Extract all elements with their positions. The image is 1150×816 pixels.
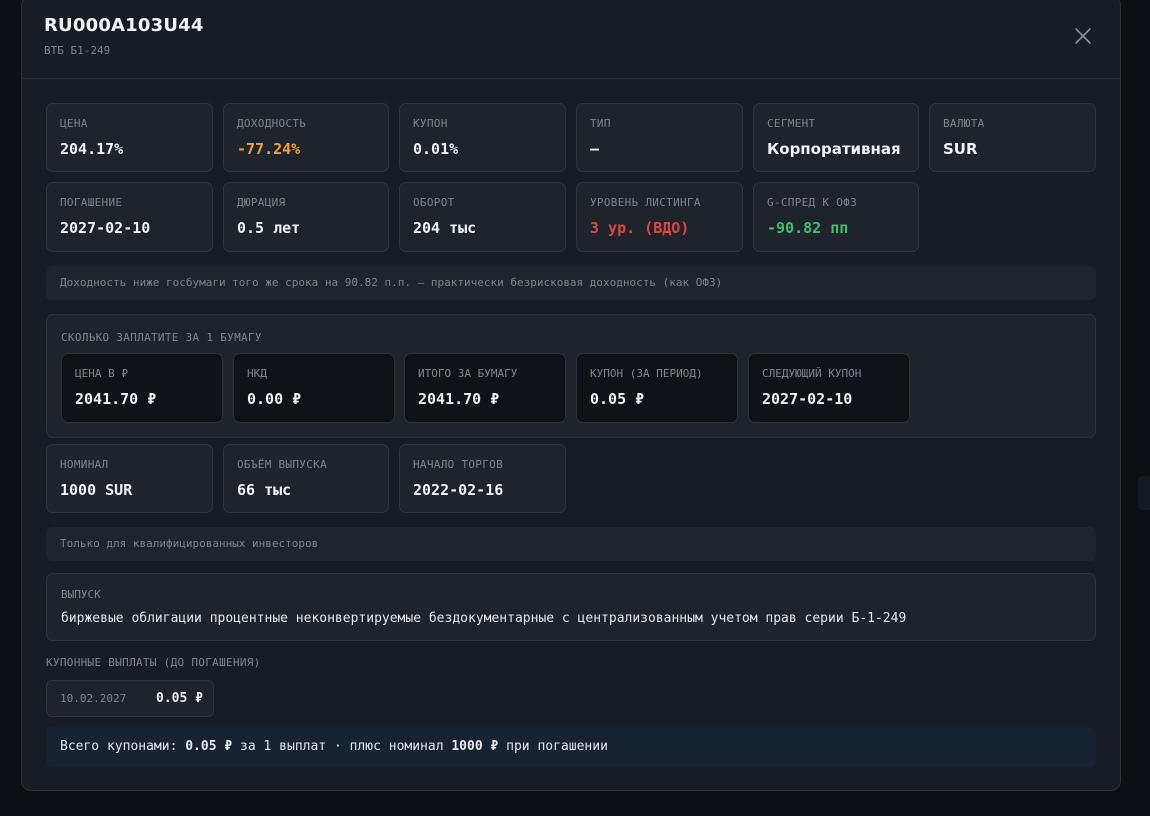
bond-details-modal: RU000A103U44 ВТБ Б1-249 ЦЕНА 204.17% ДОХ… [21,0,1121,791]
issue-value: биржевые облигации процентные неконверти… [61,611,907,626]
stat-type: ТИП — [576,103,743,172]
payment-label: НКД [247,367,267,380]
stat-price: ЦЕНА 204.17% [46,103,213,172]
stat-maturity: ПОГАШЕНИЕ 2027-02-10 [46,182,213,252]
stat-label: КУПОН [413,117,448,130]
coupon-date: 10.02.2027 [60,692,127,705]
payment-value: 0.00 ₽ [247,390,302,408]
stat-label: ОБОРОТ [413,196,455,209]
issue-description: ВЫПУСК биржевые облигации процентные нек… [46,573,1096,641]
payment-label: ЦЕНА В ₽ [75,367,128,380]
coupon-amount: 0.05 ₽ [156,691,203,706]
stat-label: УРОВЕНЬ ЛИСТИНГА [590,196,701,209]
payment-value: 2041.70 ₽ [418,390,500,408]
close-icon [1075,28,1091,44]
summary-prefix: Всего купонами: [60,739,186,754]
stat-label: ДОХОДНОСТЬ [237,117,307,130]
payment-accrued-interest: НКД 0.00 ₽ [233,353,395,423]
stat-g-spread: G-СПРЕД К ОФЗ -90.82 пп [753,182,919,252]
payment-value: 2041.70 ₽ [75,390,157,408]
stat-label: ДЮРАЦИЯ [237,196,286,209]
payment-label: СЛЕДУЮЩИЙ КУПОН [762,367,862,380]
spread-note: Доходность ниже госбумаги того же срока … [46,266,1096,300]
stat-label: НАЧАЛО ТОРГОВ [413,458,503,471]
stat-value: 2022-02-16 [413,481,504,499]
payment-next-coupon: СЛЕДУЮЩИЙ КУПОН 2027-02-10 [748,353,910,423]
stat-value: 3 ур. (ВДО) [590,219,690,237]
issue-label: ВЫПУСК [61,588,101,601]
modal-header: RU000A103U44 ВТБ Б1-249 [22,0,1120,79]
payment-label: ИТОГО ЗА БУМАГУ [418,367,518,380]
stat-value: 1000 SUR [60,481,133,499]
stat-label: ВАЛЮТА [943,117,985,130]
stat-label: ОБЪЁМ ВЫПУСКА [237,458,327,471]
bond-isin-title: RU000A103U44 [44,15,204,36]
summary-nominal: 1000 ₽ [451,739,499,754]
stat-label: G-СПРЕД К ОФЗ [767,196,857,209]
stat-trading-start: НАЧАЛО ТОРГОВ 2022-02-16 [399,444,566,513]
stat-issue-volume: ОБЪЁМ ВЫПУСКА 66 тыс [223,444,389,513]
payment-coupon-period: КУПОН (ЗА ПЕРИОД) 0.05 ₽ [576,353,738,423]
payment-section: СКОЛЬКО ЗАПЛАТИТЕ ЗА 1 БУМАГУ ЦЕНА В ₽ 2… [46,314,1096,438]
qualified-investors-note: Только для квалифицированных инвесторов [46,527,1096,561]
summary-middle: за 1 выплат · плюс номинал [232,739,452,754]
stat-value: 204 тыс [413,219,477,237]
payment-value: 0.05 ₽ [590,390,645,408]
stat-value: -90.82 пп [767,219,849,237]
stat-label: ЦЕНА [60,117,88,130]
close-button[interactable] [1074,27,1092,45]
stat-value: — [590,140,600,158]
stat-nominal: НОМИНАЛ 1000 SUR [46,444,213,513]
summary-total: 0.05 ₽ [185,739,233,754]
stat-value: Корпоративная [767,140,901,158]
stat-segment: СЕГМЕНТ Корпоративная [753,103,919,172]
payment-section-title: СКОЛЬКО ЗАПЛАТИТЕ ЗА 1 БУМАГУ [61,331,262,344]
stat-value: 2027-02-10 [60,219,151,237]
stat-value: 204.17% [60,140,124,158]
stat-value: SUR [943,140,978,158]
stat-listing-level: УРОВЕНЬ ЛИСТИНГА 3 ур. (ВДО) [576,182,743,252]
bond-short-name: ВТБ Б1-249 [44,44,111,57]
coupon-summary: Всего купонами: 0.05 ₽ за 1 выплат · плю… [46,727,1096,767]
stat-turnover: ОБОРОТ 204 тыс [399,182,566,252]
stat-value: -77.24% [237,140,301,158]
stat-value: 0.01% [413,140,459,158]
summary-suffix: при погашении [498,739,608,754]
payment-label: КУПОН (ЗА ПЕРИОД) [590,367,703,380]
stat-coupon: КУПОН 0.01% [399,103,566,172]
stat-label: ПОГАШЕНИЕ [60,196,123,209]
payment-total: ИТОГО ЗА БУМАГУ 2041.70 ₽ [404,353,566,423]
stat-label: НОМИНАЛ [60,458,109,471]
payment-value: 2027-02-10 [762,390,853,408]
stat-currency: ВАЛЮТА SUR [929,103,1096,172]
stat-label: СЕГМЕНТ [767,117,816,130]
stat-duration: ДЮРАЦИЯ 0.5 лет [223,182,389,252]
stat-label: ТИП [590,117,611,130]
coupon-payment-item: 10.02.2027 0.05 ₽ [46,680,214,717]
stat-value: 0.5 лет [237,219,301,237]
stat-value: 66 тыс [237,481,292,499]
coupon-payments-title: КУПОННЫЕ ВЫПЛАТЫ (ДО ПОГАШЕНИЯ) [46,656,261,669]
backdrop-edge [1138,476,1150,510]
stat-yield: ДОХОДНОСТЬ -77.24% [223,103,389,172]
payment-price-rub: ЦЕНА В ₽ 2041.70 ₽ [61,353,223,423]
